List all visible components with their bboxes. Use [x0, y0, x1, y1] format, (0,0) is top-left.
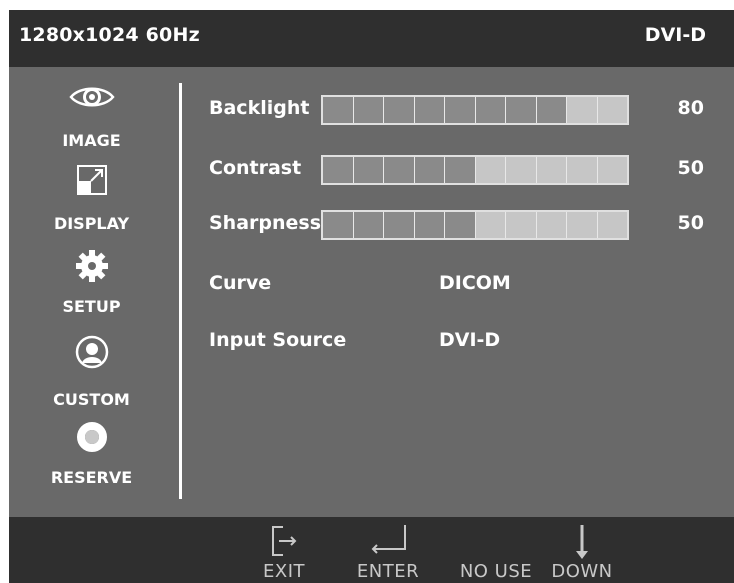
- resize-icon: [76, 164, 108, 200]
- resolution-text: 1280x1024 60Hz: [19, 24, 200, 46]
- sidebar-item-custom[interactable]: CUSTOM: [9, 335, 174, 410]
- user-icon: [75, 335, 109, 373]
- sidebar-item-display[interactable]: DISPLAY: [9, 164, 174, 239]
- slider-segment: [414, 97, 445, 123]
- contrast-slider[interactable]: [321, 155, 629, 185]
- slider-segment: [536, 212, 567, 238]
- slider-segment: [597, 212, 627, 238]
- sidebar-item-reserve[interactable]: RESERVE: [9, 420, 174, 495]
- curve-value[interactable]: DICOM: [439, 272, 511, 294]
- no-use-label: NO USE: [459, 561, 533, 582]
- contrast-value: 50: [677, 157, 704, 179]
- sidebar: IMAGE DISPLAY SETUP CUSTOM RESERVE: [9, 67, 174, 517]
- sidebar-item-label: SETUP: [62, 297, 121, 316]
- sidebar-item-setup[interactable]: SETUP: [9, 249, 174, 324]
- slider-segment: [506, 97, 537, 123]
- enter-button[interactable]: ENTER: [347, 517, 429, 583]
- down-button[interactable]: DOWN: [539, 517, 625, 583]
- gear-icon: [75, 249, 109, 287]
- sharpness-value: 50: [677, 212, 704, 234]
- slider-segment: [323, 97, 354, 123]
- slider-segment: [475, 157, 506, 183]
- curve-label: Curve: [209, 272, 272, 294]
- slider-segment: [353, 97, 384, 123]
- slider-segment: [567, 157, 598, 183]
- source-text: DVI-D: [644, 24, 706, 46]
- slider-segment: [445, 97, 476, 123]
- sharpness-slider[interactable]: [321, 210, 629, 240]
- slider-segment: [323, 212, 354, 238]
- slider-segment: [597, 157, 627, 183]
- slider-segment: [353, 212, 384, 238]
- input-source-value[interactable]: DVI-D: [439, 329, 500, 351]
- slider-segment: [536, 157, 567, 183]
- exit-label: EXIT: [262, 561, 305, 582]
- slider-segment: [445, 212, 476, 238]
- divider: [179, 83, 182, 499]
- slider-segment: [414, 212, 445, 238]
- exit-icon: [269, 523, 299, 563]
- slider-segment: [506, 157, 537, 183]
- enter-label: ENTER: [356, 561, 420, 582]
- down-label: DOWN: [551, 561, 613, 582]
- slider-segment: [384, 97, 415, 123]
- slider-segment: [353, 157, 384, 183]
- slider-segment: [475, 97, 506, 123]
- slider-segment: [475, 212, 506, 238]
- slider-segment: [384, 212, 415, 238]
- main-panel: IMAGE DISPLAY SETUP CUSTOM RESERVE Backl…: [9, 67, 734, 517]
- slider-segment: [536, 97, 567, 123]
- sidebar-item-label: IMAGE: [62, 131, 121, 150]
- arrow-down-icon: [572, 523, 592, 565]
- footer-bar: EXIT ENTER NO USE DOWN: [9, 517, 734, 583]
- osd-menu: 1280x1024 60Hz DVI-D IMAGE DISPLAY SETUP…: [9, 10, 734, 583]
- exit-button[interactable]: EXIT: [249, 517, 319, 583]
- slider-segment: [597, 97, 627, 123]
- slider-segment: [445, 157, 476, 183]
- enter-icon: [365, 523, 411, 563]
- slider-segment: [384, 157, 415, 183]
- backlight-slider[interactable]: [321, 95, 629, 125]
- sidebar-item-label: DISPLAY: [53, 214, 130, 233]
- header-bar: 1280x1024 60Hz DVI-D: [9, 10, 734, 67]
- no-use-button[interactable]: NO USE: [449, 517, 543, 583]
- contrast-label: Contrast: [209, 157, 302, 179]
- sidebar-item-label: RESERVE: [50, 468, 133, 487]
- sidebar-item-image[interactable]: IMAGE: [9, 83, 174, 153]
- slider-segment: [506, 212, 537, 238]
- sharpness-label: Sharpness: [209, 212, 322, 234]
- ring-icon: [75, 420, 109, 458]
- eye-icon: [68, 83, 116, 115]
- sidebar-item-label: CUSTOM: [53, 390, 130, 409]
- slider-segment: [567, 212, 598, 238]
- slider-segment: [414, 157, 445, 183]
- slider-segment: [323, 157, 354, 183]
- backlight-value: 80: [677, 97, 704, 119]
- slider-segment: [567, 97, 598, 123]
- input-source-label: Input Source: [209, 329, 347, 351]
- backlight-label: Backlight: [209, 97, 310, 119]
